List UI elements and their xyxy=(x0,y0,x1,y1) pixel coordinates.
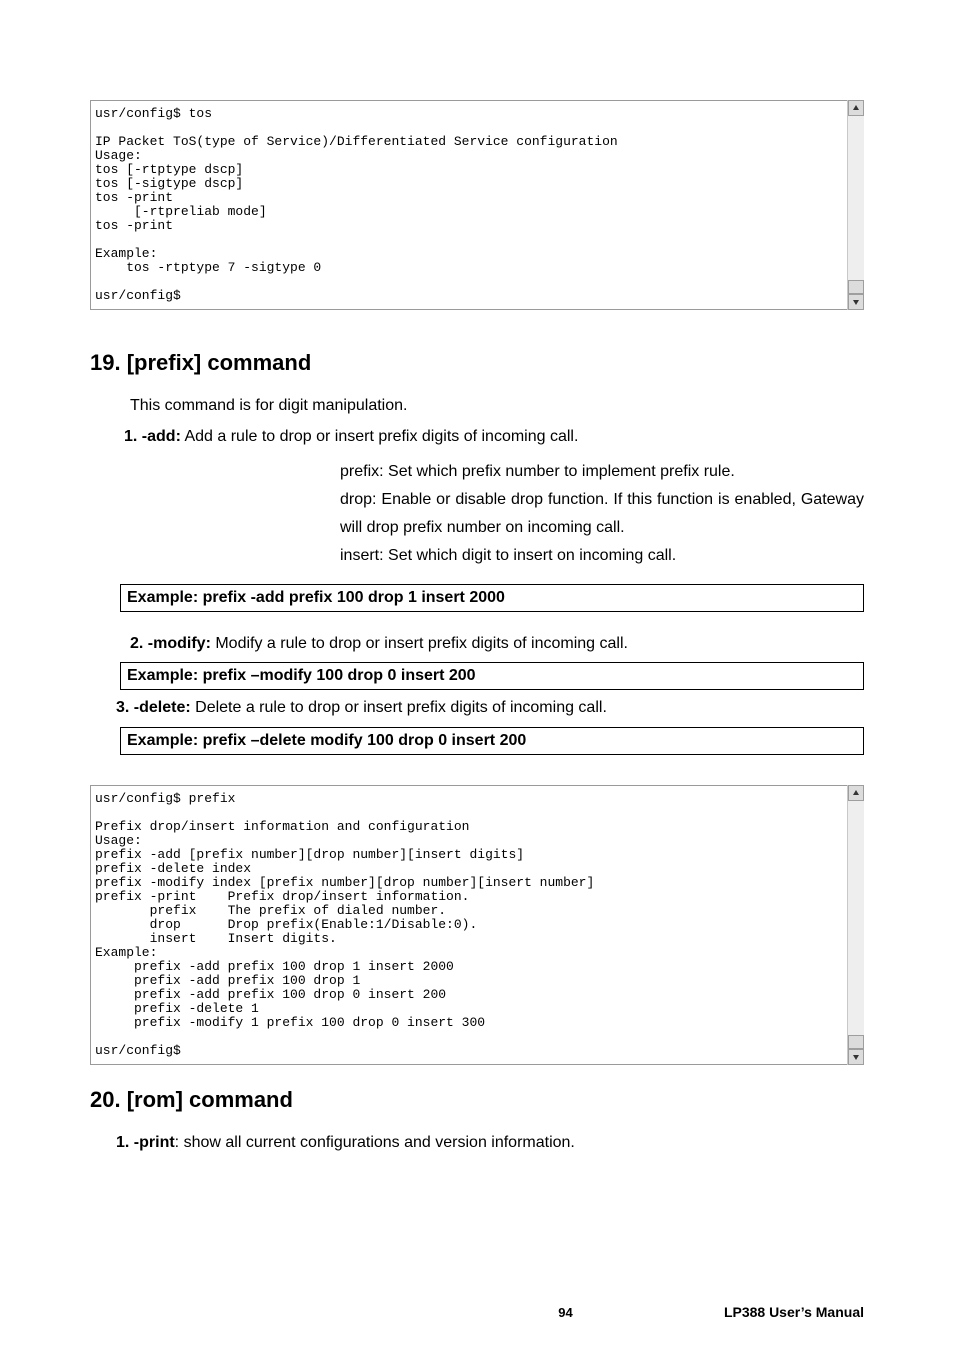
scrollbar-thumb[interactable] xyxy=(848,280,864,294)
print-text: : show all current configurations and ve… xyxy=(175,1134,575,1151)
print-label: 1. -print xyxy=(116,1134,175,1151)
add-label: 1. -add: xyxy=(124,428,181,445)
scrollbar[interactable] xyxy=(847,100,864,310)
delete-label: 3. -delete: xyxy=(116,699,191,716)
add-rule-line: 1. -add: Add a rule to drop or insert pr… xyxy=(124,425,864,450)
page-footer: 94 LP388 User’s Manual xyxy=(90,1304,864,1320)
example-box-modify: Example: prefix –modify 100 drop 0 inser… xyxy=(120,662,864,690)
terminal-block-tos: usr/config$ tos IP Packet ToS(type of Se… xyxy=(90,100,864,310)
chevron-up-icon xyxy=(852,104,860,112)
document-page: usr/config$ tos IP Packet ToS(type of Se… xyxy=(0,0,954,1350)
scrollbar-thumb[interactable] xyxy=(848,1035,864,1049)
delete-text: Delete a rule to drop or insert prefix d… xyxy=(191,699,607,716)
scroll-down-button[interactable] xyxy=(848,1049,864,1065)
modify-text: Modify a rule to drop or insert prefix d… xyxy=(211,635,628,652)
sub-drop: drop: Enable or disable drop function. I… xyxy=(340,486,864,542)
scrollbar[interactable] xyxy=(847,785,864,1065)
chevron-down-icon xyxy=(852,1053,860,1061)
scrollbar-track[interactable] xyxy=(848,116,864,280)
modify-label: 2. -modify: xyxy=(130,635,211,652)
terminal-block-prefix: usr/config$ prefix Prefix drop/insert in… xyxy=(90,785,864,1065)
chevron-down-icon xyxy=(852,298,860,306)
terminal-output: usr/config$ tos IP Packet ToS(type of Se… xyxy=(90,100,864,310)
sub-prefix: prefix: Set which prefix number to imple… xyxy=(340,458,864,486)
page-number: 94 xyxy=(407,1305,724,1320)
delete-rule-line: 3. -delete: Delete a rule to drop or ins… xyxy=(116,696,864,721)
rom-print-line: 1. -print: show all current configuratio… xyxy=(116,1131,864,1156)
section-heading-rom: 20. [rom] command xyxy=(90,1087,864,1113)
add-text: Add a rule to drop or insert prefix digi… xyxy=(181,428,579,445)
example-box-add: Example: prefix -add prefix 100 drop 1 i… xyxy=(120,584,864,612)
scroll-up-button[interactable] xyxy=(848,100,864,116)
scroll-down-button[interactable] xyxy=(848,294,864,310)
manual-title: LP388 User’s Manual xyxy=(724,1304,864,1320)
modify-rule-line: 2. -modify: Modify a rule to drop or ins… xyxy=(130,632,864,657)
section-heading-prefix: 19. [prefix] command xyxy=(90,350,864,376)
terminal-output: usr/config$ prefix Prefix drop/insert in… xyxy=(90,785,864,1065)
intro-text: This command is for digit manipulation. xyxy=(130,394,864,419)
chevron-up-icon xyxy=(852,789,860,797)
add-sublist: prefix: Set which prefix number to imple… xyxy=(340,458,864,570)
example-box-delete: Example: prefix –delete modify 100 drop … xyxy=(120,727,864,755)
sub-insert: insert: Set which digit to insert on inc… xyxy=(340,542,864,570)
scrollbar-track[interactable] xyxy=(848,801,864,1035)
scroll-up-button[interactable] xyxy=(848,785,864,801)
